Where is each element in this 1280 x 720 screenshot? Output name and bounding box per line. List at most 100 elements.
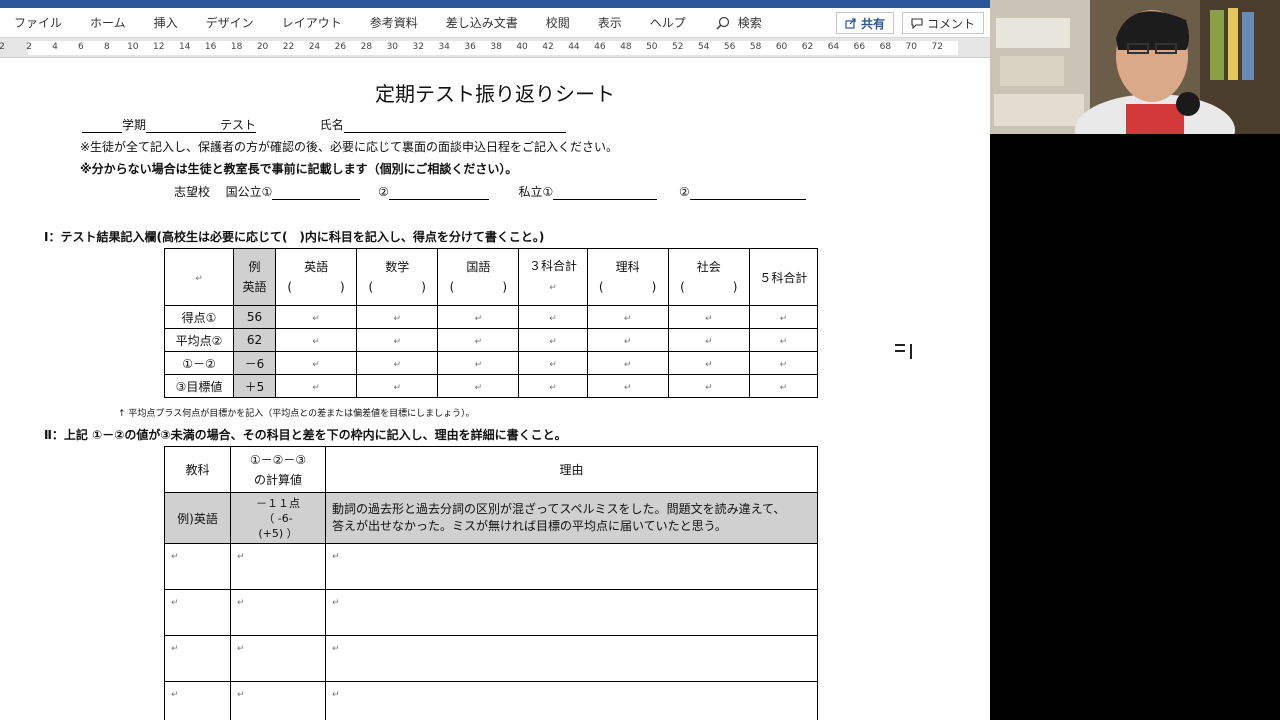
tab-help[interactable]: ヘルプ bbox=[636, 8, 700, 38]
tab-review[interactable]: 校閲 bbox=[532, 8, 584, 38]
comment-button[interactable]: コメント bbox=[901, 12, 984, 34]
paragraph-mark: ↵ bbox=[474, 337, 483, 347]
score-cell[interactable]: ↵ bbox=[274, 328, 358, 352]
score-cell[interactable]: ↵ bbox=[356, 305, 439, 329]
ruler-number: 72 bbox=[931, 42, 943, 52]
paragraph-mark: ↵ bbox=[312, 383, 320, 393]
score-cell[interactable]: ↵ bbox=[667, 328, 750, 352]
score-cell[interactable]: ↵ bbox=[667, 374, 750, 398]
name-blank[interactable] bbox=[343, 119, 566, 133]
score-cell[interactable]: ↵ bbox=[274, 305, 358, 329]
paragraph-mark: ↵ bbox=[312, 360, 320, 370]
value-cell[interactable]: ↵ bbox=[230, 681, 326, 720]
score-cell[interactable]: ↵ bbox=[748, 351, 819, 375]
score-cell[interactable]: ↵ bbox=[518, 374, 588, 398]
paragraph-mark: ↵ bbox=[171, 690, 179, 700]
col-paren[interactable]: ( ) bbox=[450, 280, 507, 294]
public-blank-1[interactable] bbox=[272, 186, 361, 200]
ruler-number: 40 bbox=[516, 42, 528, 52]
reason-cell[interactable]: ↵ bbox=[325, 543, 818, 590]
tab-home[interactable]: ホーム bbox=[76, 8, 140, 38]
private-blank-1[interactable] bbox=[553, 186, 658, 200]
search-box[interactable]: 検索 bbox=[716, 14, 762, 31]
table-row: ↵ ↵ ↵ bbox=[164, 635, 818, 682]
score-cell[interactable]: ↵ bbox=[518, 305, 588, 329]
private-blank-2[interactable] bbox=[689, 186, 806, 200]
value-cell[interactable]: ↵ bbox=[230, 635, 326, 682]
score-cell[interactable]: ↵ bbox=[586, 328, 669, 352]
subject-cell[interactable]: ↵ bbox=[164, 635, 231, 682]
ribbon-tabs: ファイル ホーム 挿入 デザイン レイアウト 参考資料 差し込み文書 校閲 表示… bbox=[0, 8, 990, 38]
paragraph-mark: ↵ bbox=[237, 598, 245, 608]
tab-insert[interactable]: 挿入 bbox=[140, 8, 192, 38]
reason-header: 理由 bbox=[325, 446, 818, 493]
webcam-overlay bbox=[990, 0, 1280, 134]
test-label: テスト bbox=[220, 118, 257, 133]
score-cell[interactable]: ↵ bbox=[748, 328, 819, 352]
example-header: 例英語 bbox=[233, 248, 276, 306]
score-cell[interactable]: ↵ bbox=[518, 328, 588, 352]
score-cell[interactable]: ↵ bbox=[667, 305, 750, 329]
reason-cell[interactable]: ↵ bbox=[325, 589, 818, 636]
header-fields: 学期 テスト 氏名 bbox=[82, 116, 566, 133]
table-row: ↵ ↵ ↵ bbox=[164, 543, 818, 590]
horizontal-ruler[interactable]: 2 2 4 6 8 10 12 14 16 18 20 22 24 26 28 30 32 34 36 38 40 42 4… bbox=[0, 38, 990, 58]
tab-file[interactable]: ファイル bbox=[0, 8, 76, 38]
subject-cell[interactable]: ↵ bbox=[164, 681, 231, 720]
score-cell[interactable]: ↵ bbox=[586, 305, 669, 329]
share-button[interactable]: 共有 bbox=[835, 12, 894, 34]
tab-references[interactable]: 参考資料 bbox=[356, 8, 432, 38]
ruler-number: 58 bbox=[749, 42, 762, 52]
value-cell[interactable]: ↵ bbox=[230, 543, 326, 590]
table-row: ③目標値 ＋5 ↵ ↵ ↵ ↵ ↵ ↵ ↵ bbox=[164, 374, 819, 398]
score-cell[interactable]: ↵ bbox=[437, 374, 520, 398]
score-cell[interactable]: ↵ bbox=[667, 351, 750, 375]
score-cell[interactable]: ↵ bbox=[748, 374, 819, 398]
tab-layout[interactable]: レイアウト bbox=[268, 8, 356, 38]
paragraph-mark: ↵ bbox=[779, 314, 788, 324]
score-cell[interactable]: ↵ bbox=[586, 374, 669, 398]
ruler-number: 22 bbox=[282, 42, 295, 52]
col-japanese: 国語 ( ) bbox=[437, 248, 520, 306]
score-cell[interactable]: ↵ bbox=[437, 305, 520, 329]
reasons-table: 教科 ①－②－③ の計算値 理由 例)英語 －１１点（ -6- (+5) ） 動詞の… bbox=[164, 446, 818, 720]
score-cell[interactable]: ↵ bbox=[518, 351, 588, 375]
layout-options-icon[interactable] bbox=[895, 344, 905, 352]
score-cell[interactable]: ↵ bbox=[437, 351, 520, 375]
reason-cell[interactable]: ↵ bbox=[325, 635, 818, 682]
subject-cell[interactable]: ↵ bbox=[164, 589, 231, 636]
ruler-number: 38 bbox=[490, 42, 502, 52]
public-blank-2[interactable] bbox=[388, 186, 489, 200]
score-cell[interactable]: ↵ bbox=[274, 351, 358, 375]
ruler-number: 24 bbox=[308, 42, 321, 52]
col-paren[interactable]: ( ) bbox=[287, 280, 344, 294]
subject-cell[interactable]: ↵ bbox=[164, 543, 231, 590]
test-results-body: 得点① 56 ↵ ↵ ↵ ↵ ↵ ↵ ↵ 平均点② 62 ↵ ↵ ↵ ↵ ↵ ↵ ↵ ①－② －6 ↵ ↵ ↵ ↵ ↵ ↵ ↵ ③目標… bbox=[164, 305, 819, 398]
ruler-number: 28 bbox=[360, 42, 373, 52]
tab-mailings[interactable]: 差し込み文書 bbox=[432, 8, 532, 38]
tab-view[interactable]: 表示 bbox=[584, 8, 636, 38]
score-cell[interactable]: ↵ bbox=[356, 351, 439, 375]
score-cell[interactable]: ↵ bbox=[274, 374, 358, 398]
col-5-total: ５科合計 bbox=[748, 248, 819, 306]
row-label: 平均点② bbox=[164, 328, 234, 352]
score-cell[interactable]: ↵ bbox=[437, 328, 520, 352]
col-paren[interactable]: ( ) bbox=[599, 280, 656, 294]
col-paren[interactable]: ( ) bbox=[680, 280, 737, 294]
example-value: －6 bbox=[233, 351, 276, 375]
score-cell[interactable]: ↵ bbox=[356, 328, 439, 352]
col-paren[interactable]: ( ) bbox=[369, 280, 426, 294]
score-cell[interactable]: ↵ bbox=[356, 374, 439, 398]
ruler-number: 70 bbox=[905, 42, 918, 52]
table-row: 得点① 56 ↵ ↵ ↵ ↵ ↵ ↵ ↵ bbox=[164, 305, 819, 329]
tab-design[interactable]: デザイン bbox=[192, 8, 268, 38]
calc-header-line-2: の計算値 bbox=[253, 472, 302, 487]
document-page[interactable]: 定期テスト振り返りシート 学期 テスト 氏名 ※生徒が全て記入し、保護者の方が確認… bbox=[0, 58, 990, 720]
paragraph-mark: ↵ bbox=[332, 552, 340, 562]
score-cell[interactable]: ↵ bbox=[748, 305, 819, 329]
value-cell[interactable]: ↵ bbox=[230, 589, 326, 636]
example-value: ＋5 bbox=[233, 374, 276, 398]
score-cell[interactable]: ↵ bbox=[586, 351, 669, 375]
calc-header: ①－②－③ の計算値 bbox=[230, 446, 326, 493]
reason-cell[interactable]: ↵ bbox=[325, 681, 818, 720]
